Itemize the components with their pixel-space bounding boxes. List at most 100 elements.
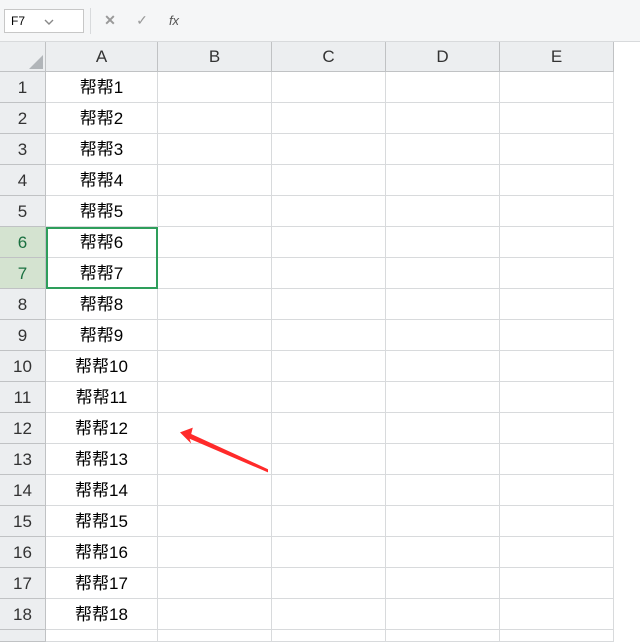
row-header-1[interactable]: 1: [0, 72, 46, 103]
cell-D17[interactable]: [386, 568, 500, 599]
cell-B15[interactable]: [158, 506, 272, 537]
cell-B5[interactable]: [158, 196, 272, 227]
cell-E2[interactable]: [500, 103, 614, 134]
cell-C12[interactable]: [272, 413, 386, 444]
cell-D9[interactable]: [386, 320, 500, 351]
row-header-10[interactable]: 10: [0, 351, 46, 382]
row-header-6[interactable]: 6: [0, 227, 46, 258]
cell-B9[interactable]: [158, 320, 272, 351]
cell-E14[interactable]: [500, 475, 614, 506]
cell-A7[interactable]: 帮帮7: [46, 258, 158, 289]
col-header-B[interactable]: B: [158, 42, 272, 72]
cell-D3[interactable]: [386, 134, 500, 165]
cell-D2[interactable]: [386, 103, 500, 134]
cell-A17[interactable]: 帮帮17: [46, 568, 158, 599]
cell-B17[interactable]: [158, 568, 272, 599]
row-header-3[interactable]: 3: [0, 134, 46, 165]
cell-A11[interactable]: 帮帮11: [46, 382, 158, 413]
cell-B1[interactable]: [158, 72, 272, 103]
row-header-16[interactable]: 16: [0, 537, 46, 568]
cell-D1[interactable]: [386, 72, 500, 103]
cell-C19[interactable]: [272, 630, 386, 642]
cell-A5[interactable]: 帮帮5: [46, 196, 158, 227]
row-header-4[interactable]: 4: [0, 165, 46, 196]
cell-B14[interactable]: [158, 475, 272, 506]
cell-A19[interactable]: [46, 630, 158, 642]
row-header-2[interactable]: 2: [0, 103, 46, 134]
cell-D15[interactable]: [386, 506, 500, 537]
cell-A12[interactable]: 帮帮12: [46, 413, 158, 444]
cell-B16[interactable]: [158, 537, 272, 568]
col-header-C[interactable]: C: [272, 42, 386, 72]
cell-D11[interactable]: [386, 382, 500, 413]
chevron-down-icon[interactable]: [44, 16, 77, 26]
cell-D6[interactable]: [386, 227, 500, 258]
cell-E5[interactable]: [500, 196, 614, 227]
cell-D14[interactable]: [386, 475, 500, 506]
cell-C7[interactable]: [272, 258, 386, 289]
cell-B10[interactable]: [158, 351, 272, 382]
formula-input[interactable]: [193, 9, 636, 33]
cell-E6[interactable]: [500, 227, 614, 258]
cell-E12[interactable]: [500, 413, 614, 444]
cell-A16[interactable]: 帮帮16: [46, 537, 158, 568]
cell-A13[interactable]: 帮帮13: [46, 444, 158, 475]
cell-C4[interactable]: [272, 165, 386, 196]
cell-A10[interactable]: 帮帮10: [46, 351, 158, 382]
cell-E1[interactable]: [500, 72, 614, 103]
row-header-11[interactable]: 11: [0, 382, 46, 413]
cell-D8[interactable]: [386, 289, 500, 320]
cell-C11[interactable]: [272, 382, 386, 413]
cell-B3[interactable]: [158, 134, 272, 165]
spreadsheet-grid[interactable]: A B C D E 1 2 3 4 5 6 7 8 9 10 11 12 13 …: [0, 42, 640, 644]
row-header-15[interactable]: 15: [0, 506, 46, 537]
cell-E18[interactable]: [500, 599, 614, 630]
name-box[interactable]: F7: [4, 9, 84, 33]
cell-A18[interactable]: 帮帮18: [46, 599, 158, 630]
col-header-E[interactable]: E: [500, 42, 614, 72]
cell-D16[interactable]: [386, 537, 500, 568]
cell-D5[interactable]: [386, 196, 500, 227]
cancel-button[interactable]: ✕: [97, 8, 123, 34]
cell-B4[interactable]: [158, 165, 272, 196]
col-header-A[interactable]: A: [46, 42, 158, 72]
cell-E3[interactable]: [500, 134, 614, 165]
cell-C3[interactable]: [272, 134, 386, 165]
cell-A1[interactable]: 帮帮1: [46, 72, 158, 103]
cell-E19[interactable]: [500, 630, 614, 642]
cell-A6[interactable]: 帮帮6: [46, 227, 158, 258]
cell-C1[interactable]: [272, 72, 386, 103]
cell-C14[interactable]: [272, 475, 386, 506]
cell-C13[interactable]: [272, 444, 386, 475]
cell-B8[interactable]: [158, 289, 272, 320]
cell-B7[interactable]: [158, 258, 272, 289]
row-header-13[interactable]: 13: [0, 444, 46, 475]
select-all-corner[interactable]: [0, 42, 46, 72]
cell-B11[interactable]: [158, 382, 272, 413]
cell-A8[interactable]: 帮帮8: [46, 289, 158, 320]
cell-E13[interactable]: [500, 444, 614, 475]
cell-C8[interactable]: [272, 289, 386, 320]
cell-E15[interactable]: [500, 506, 614, 537]
cell-B6[interactable]: [158, 227, 272, 258]
row-header-14[interactable]: 14: [0, 475, 46, 506]
cell-E17[interactable]: [500, 568, 614, 599]
row-header-12[interactable]: 12: [0, 413, 46, 444]
cell-C9[interactable]: [272, 320, 386, 351]
cell-C6[interactable]: [272, 227, 386, 258]
row-header-5[interactable]: 5: [0, 196, 46, 227]
cell-D13[interactable]: [386, 444, 500, 475]
cell-E11[interactable]: [500, 382, 614, 413]
row-header-9[interactable]: 9: [0, 320, 46, 351]
cell-D4[interactable]: [386, 165, 500, 196]
row-header-8[interactable]: 8: [0, 289, 46, 320]
cell-A15[interactable]: 帮帮15: [46, 506, 158, 537]
row-header-partial[interactable]: [0, 630, 46, 642]
cell-A2[interactable]: 帮帮2: [46, 103, 158, 134]
cell-C16[interactable]: [272, 537, 386, 568]
fx-button[interactable]: fx: [161, 8, 187, 34]
cell-D18[interactable]: [386, 599, 500, 630]
cell-D12[interactable]: [386, 413, 500, 444]
cell-C10[interactable]: [272, 351, 386, 382]
row-header-18[interactable]: 18: [0, 599, 46, 630]
